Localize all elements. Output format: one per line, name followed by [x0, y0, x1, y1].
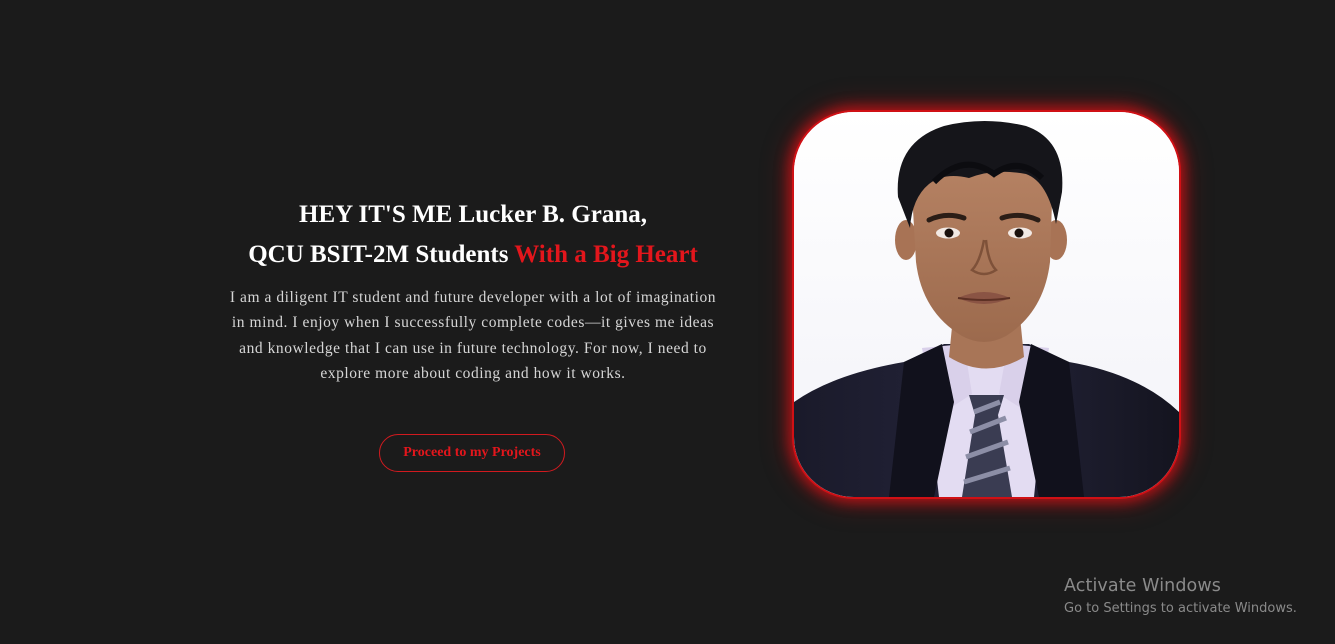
- proceed-to-projects-button[interactable]: Proceed to my Projects: [379, 434, 565, 472]
- watermark-subtitle: Go to Settings to activate Windows.: [1064, 601, 1297, 616]
- greeting-line: HEY IT'S ME Lucker B. Grana,: [299, 201, 647, 228]
- profile-photo: [794, 112, 1179, 497]
- watermark-title: Activate Windows: [1064, 576, 1221, 596]
- greeting-heading: HEY IT'S ME Lucker B. Grana,: [222, 195, 724, 235]
- tagline-prefix: QCU BSIT-2M Students: [248, 241, 515, 268]
- hero-section: HEY IT'S ME Lucker B. Grana, QCU BSIT-2M…: [222, 195, 724, 386]
- tagline-heading: QCU BSIT-2M Students With a Big Heart: [222, 235, 724, 275]
- windows-activation-watermark: Activate Windows Go to Settings to activ…: [1064, 574, 1297, 618]
- tagline-accent: With a Big Heart: [514, 241, 698, 268]
- profile-portrait-illustration: [794, 112, 1179, 497]
- bio-paragraph: I am a diligent IT student and future de…: [229, 289, 717, 382]
